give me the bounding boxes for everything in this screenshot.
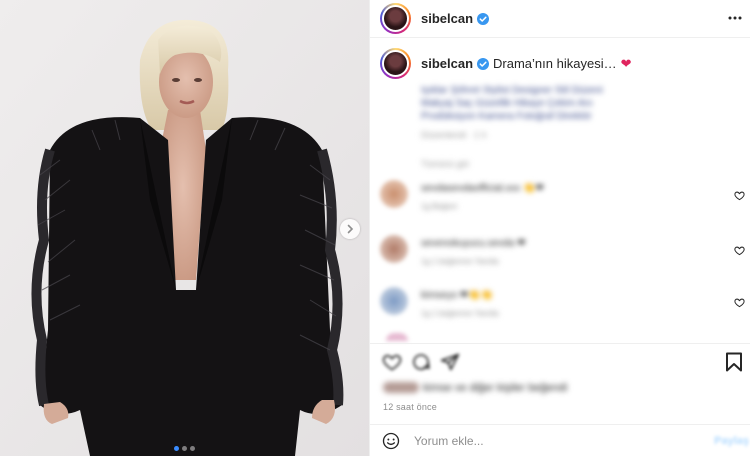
likes-summary[interactable]: kimse ve diğer kişiler beğendi xyxy=(383,382,567,394)
chevron-right-icon xyxy=(347,224,354,234)
caption-username[interactable]: sibelcan xyxy=(421,56,473,71)
emoji-icon xyxy=(382,432,400,450)
post-header: sibelcan xyxy=(370,0,750,38)
heart-icon xyxy=(734,246,745,256)
caption-credit-line: Makyaj Saç Güzellik Hikaye Çekim Anı xyxy=(421,98,593,109)
heart-icon: ❤ xyxy=(620,56,632,71)
post-media[interactable] xyxy=(0,0,369,456)
instagram-post: sibelcan sibelcan Drama’nın hikayesi…❤ xyxy=(0,0,750,456)
heart-icon xyxy=(734,298,745,308)
add-comment-bar: Paylaş xyxy=(370,424,750,456)
carousel-dot xyxy=(182,446,187,451)
heart-icon xyxy=(734,191,745,201)
carousel-dot xyxy=(174,446,179,451)
avatar[interactable] xyxy=(380,235,408,263)
comment-button[interactable] xyxy=(411,352,431,377)
comment-icon xyxy=(413,354,430,370)
like-icon xyxy=(382,354,402,371)
caption-credit-line: Prodüksiyon Kamera Fotoğraf Direktör xyxy=(421,111,592,122)
comment-item: kimseys ❤👏👏 1g 1 beğenme Yanıtla xyxy=(380,287,745,327)
more-options-button[interactable] xyxy=(727,10,743,31)
comment-like-button[interactable] xyxy=(734,243,745,261)
comment-item: sevenokuyucu.sevda ❤ 1g 1 beğenme Yanıtl… xyxy=(380,235,745,275)
avatar[interactable] xyxy=(380,180,408,208)
post-comment-button[interactable]: Paylaş xyxy=(714,435,749,447)
caption-body-blurred: Işıklar Şöhret Stylist Designer Stil Düz… xyxy=(421,84,603,142)
post-side-panel: sibelcan sibelcan Drama’nın hikayesi…❤ xyxy=(369,0,750,456)
comment-like-button[interactable] xyxy=(734,188,745,206)
comment-meta: 1g 1 beğenme Yanıtla xyxy=(421,257,499,266)
comment-like-button[interactable] xyxy=(734,295,745,313)
view-all-comments-link[interactable]: Tümünü gör xyxy=(421,159,470,169)
save-button[interactable] xyxy=(725,352,743,377)
emoji-button[interactable] xyxy=(382,432,400,455)
action-bar xyxy=(370,343,750,379)
avatar xyxy=(386,333,408,341)
share-icon xyxy=(440,353,460,371)
comment-text: kimseys ❤👏👏 xyxy=(421,290,494,301)
caption-meta: Düzenlendi · 1 h xyxy=(421,130,487,140)
caption-line: sibelcan Drama’nın hikayesi… ❤ xyxy=(421,56,631,72)
post-photo xyxy=(0,0,369,456)
comment-meta: 1g 1 beğenme Yanıtla xyxy=(421,309,499,318)
share-button[interactable] xyxy=(440,352,460,377)
avatar[interactable] xyxy=(380,287,408,315)
username-text: sibelcan xyxy=(421,11,474,26)
comment-meta: 1g Beğeni xyxy=(421,202,458,211)
username-link[interactable]: sibelcan xyxy=(421,11,490,26)
verified-icon xyxy=(477,58,490,70)
avatar[interactable] xyxy=(380,3,411,34)
comment-text: sevdasevdaofficial.xxx 👏❤ xyxy=(421,183,544,194)
like-button[interactable] xyxy=(382,352,402,377)
avatar[interactable] xyxy=(380,48,411,79)
comment-item: sevdasevdaofficial.xxx 👏❤ 1g Beğeni xyxy=(380,180,745,220)
more-options-icon xyxy=(728,16,742,20)
post-timestamp: 12 saat önce xyxy=(383,402,437,412)
comment-input[interactable] xyxy=(414,431,694,451)
caption-credit-line: Işıklar Şöhret Stylist Designer Stil Düz… xyxy=(421,85,603,96)
carousel-dot xyxy=(190,446,195,451)
carousel-indicator xyxy=(0,446,369,451)
caption-text: Drama’nın hikayesi… xyxy=(493,56,617,71)
bookmark-icon xyxy=(726,352,742,372)
verified-icon xyxy=(477,13,490,25)
comment-text: sevenokuyucu.sevda ❤ xyxy=(421,238,526,249)
next-photo-button[interactable] xyxy=(340,219,360,239)
